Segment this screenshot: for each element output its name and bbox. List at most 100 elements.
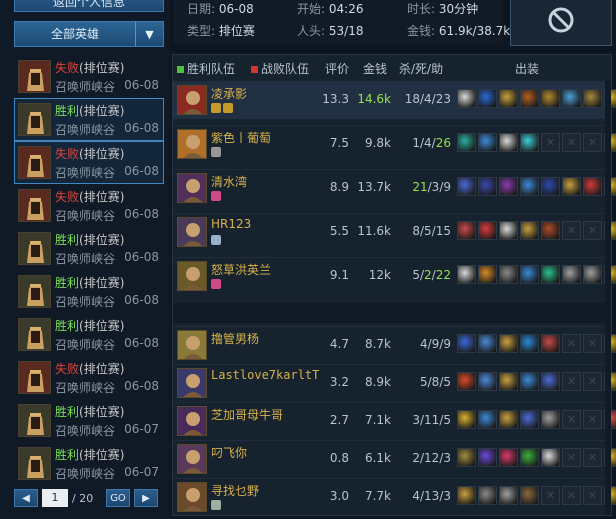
back-to-profile-button[interactable]: 返回个人信息	[14, 0, 164, 12]
player-name[interactable]: 怒草洪英兰	[211, 261, 271, 278]
player-row[interactable]: 怒草洪英兰 9.1 12k 5/2/22	[173, 257, 616, 295]
player-row[interactable]: Lastlove7karltT 3.2 8.9k 5/8/5	[173, 364, 616, 402]
player-row[interactable]: 撸管男杨 4.7 8.7k 4/9/9	[173, 326, 616, 364]
match-list-item[interactable]: 胜利(排位赛) 召唤师峡谷 06-08	[14, 313, 164, 356]
scrollbar[interactable]	[605, 81, 611, 515]
item-icon[interactable]	[457, 334, 476, 353]
item-icon[interactable]	[541, 221, 560, 240]
item-icon[interactable]	[520, 334, 539, 353]
item-icon[interactable]	[457, 372, 476, 391]
player-name[interactable]: 叼飞你	[211, 444, 247, 461]
item-icon[interactable]	[541, 89, 560, 108]
player-row[interactable]: 凌承影 13.3 14.6k 18/4/23	[173, 81, 616, 119]
item-icon[interactable]	[478, 89, 497, 108]
item-icon[interactable]	[457, 133, 476, 152]
item-icon[interactable]	[457, 89, 476, 108]
item-icon[interactable]	[499, 265, 518, 284]
item-icon[interactable]	[499, 334, 518, 353]
player-name[interactable]: 寻找乜野	[211, 482, 259, 499]
player-row[interactable]: 清水湾 8.9 13.7k 21/3/9	[173, 169, 616, 207]
match-list-item[interactable]: 胜利(排位赛) 召唤师峡谷 06-08	[14, 98, 164, 141]
item-icon[interactable]	[520, 372, 539, 391]
item-icon[interactable]	[478, 448, 497, 467]
item-icon[interactable]	[520, 89, 539, 108]
page-input[interactable]: 1	[42, 489, 68, 507]
item-icon[interactable]	[583, 177, 602, 196]
item-icon[interactable]	[520, 265, 539, 284]
player-gold: 7.7k	[364, 489, 391, 503]
item-icon[interactable]	[478, 221, 497, 240]
item-icon[interactable]	[499, 372, 518, 391]
player-kda: 5/2/22	[412, 268, 451, 282]
item-icon[interactable]	[583, 89, 602, 108]
champion-portrait	[177, 444, 207, 474]
player-name[interactable]: 撸管男杨	[211, 330, 259, 347]
player-name[interactable]: HR123	[211, 217, 251, 231]
item-icon[interactable]	[478, 177, 497, 196]
match-list-item[interactable]: 胜利(排位赛) 召唤师峡谷 06-08	[14, 270, 164, 313]
item-icon[interactable]	[541, 448, 560, 467]
gold-header[interactable]: 金钱	[363, 60, 387, 77]
player-row[interactable]: 紫色丨葡萄 7.5 9.8k 1/4/26	[173, 125, 616, 163]
player-row[interactable]: 寻找乜野 3.0 7.7k 4/13/3	[173, 478, 616, 516]
item-icon[interactable]	[562, 89, 581, 108]
item-icon[interactable]	[562, 177, 581, 196]
rating-header[interactable]: 评价	[325, 60, 349, 77]
match-map: 召唤师峡谷	[55, 338, 116, 352]
item-icon[interactable]	[457, 448, 476, 467]
item-icon[interactable]	[541, 265, 560, 284]
item-icon[interactable]	[520, 133, 539, 152]
item-icon[interactable]	[499, 410, 518, 429]
match-list-item[interactable]: 胜利(排位赛) 召唤师峡谷 06-07	[14, 399, 164, 442]
item-icon[interactable]	[499, 221, 518, 240]
item-icon[interactable]	[499, 133, 518, 152]
item-icon[interactable]	[499, 89, 518, 108]
match-list-item[interactable]: 失败(排位赛) 召唤师峡谷 06-08	[14, 356, 164, 399]
player-row[interactable]: 叼飞你 0.8 6.1k 2/12/3	[173, 440, 616, 478]
player-name[interactable]: Lastlove7karltT	[211, 368, 319, 382]
match-list-item[interactable]: 失败(排位赛) 召唤师峡谷 06-08	[14, 141, 164, 184]
player-name[interactable]: 清水湾	[211, 173, 247, 190]
chevron-down-icon[interactable]: ▼	[135, 22, 163, 46]
item-icon[interactable]	[541, 372, 560, 391]
item-icon[interactable]	[520, 410, 539, 429]
item-icon[interactable]	[457, 410, 476, 429]
item-icon[interactable]	[499, 448, 518, 467]
item-icon[interactable]	[499, 177, 518, 196]
player-row[interactable]: 芝加哥母牛哥 2.7 7.1k 3/11/5	[173, 402, 616, 440]
kda-header[interactable]: 杀/死/助	[399, 60, 443, 77]
item-icon[interactable]	[457, 177, 476, 196]
item-icon[interactable]	[520, 448, 539, 467]
next-page-button[interactable]: ▶	[134, 489, 158, 507]
player-row[interactable]: HR123 5.5 11.6k 8/5/15	[173, 213, 616, 251]
item-icon[interactable]	[520, 177, 539, 196]
item-icon[interactable]	[478, 486, 497, 505]
item-icon[interactable]	[541, 177, 560, 196]
go-button[interactable]: GO	[106, 489, 130, 507]
player-name[interactable]: 芝加哥母牛哥	[211, 406, 283, 423]
prev-page-button[interactable]: ◀	[14, 489, 38, 507]
item-icon[interactable]	[478, 372, 497, 391]
match-list-item[interactable]: 胜利(排位赛) 召唤师峡谷 06-08	[14, 227, 164, 270]
match-list-item[interactable]: 失败(排位赛) 召唤师峡谷 06-08	[14, 184, 164, 227]
player-kda: 18/4/23	[404, 92, 451, 106]
item-icon[interactable]	[520, 221, 539, 240]
item-icon[interactable]	[478, 410, 497, 429]
item-icon[interactable]	[499, 486, 518, 505]
item-icon[interactable]	[478, 133, 497, 152]
item-icon[interactable]	[478, 334, 497, 353]
item-icon[interactable]	[541, 334, 560, 353]
player-name[interactable]: 凌承影	[211, 85, 247, 102]
item-icon[interactable]	[562, 265, 581, 284]
match-list-item[interactable]: 失败(排位赛) 召唤师峡谷 06-08	[14, 55, 164, 98]
player-name[interactable]: 紫色丨葡萄	[211, 129, 271, 146]
item-icon[interactable]	[478, 265, 497, 284]
hero-filter-dropdown[interactable]: 全部英雄 ▼	[14, 21, 164, 47]
item-icon[interactable]	[457, 221, 476, 240]
item-icon[interactable]	[541, 410, 560, 429]
item-icon[interactable]	[457, 265, 476, 284]
item-icon[interactable]	[520, 486, 539, 505]
item-icon[interactable]	[583, 265, 602, 284]
match-list-item[interactable]: 胜利(排位赛) 召唤师峡谷 06-07	[14, 442, 164, 485]
item-icon[interactable]	[457, 486, 476, 505]
